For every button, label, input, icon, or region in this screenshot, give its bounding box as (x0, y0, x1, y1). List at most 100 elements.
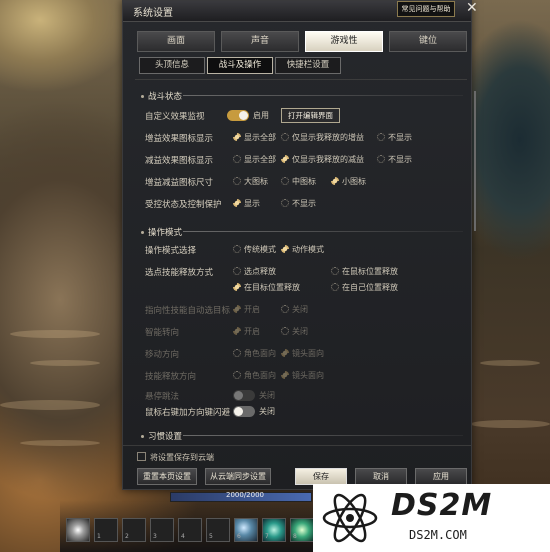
auto-target-label: 指向性技能自动选目标 (145, 306, 231, 316)
skill-dir-character: 角色面向 (233, 370, 276, 381)
radio-icon (281, 199, 289, 207)
icon-size-small[interactable]: 小图标 (331, 176, 366, 187)
radio-icon (377, 133, 385, 141)
smart-turn-on: 开启 (233, 326, 260, 337)
radio-selected-icon (233, 199, 241, 207)
radio-icon (281, 133, 289, 141)
radio-selected-icon (233, 305, 241, 313)
skill-dir-label: 技能释放方向 (145, 372, 197, 382)
atom-logo-icon (322, 493, 378, 543)
radio-icon (233, 177, 241, 185)
buff-display-label: 增益效果图标显示 (145, 134, 214, 144)
cast-at-mouse[interactable]: 在鼠标位置释放 (331, 266, 398, 277)
radio-icon (233, 155, 241, 163)
icon-size-medium[interactable]: 中图标 (281, 176, 316, 187)
radio-selected-icon (233, 133, 241, 141)
reset-page-button[interactable]: 重置本页设置 (137, 468, 197, 485)
radio-icon (281, 177, 289, 185)
watermark: DS2M DS2M.COM (313, 484, 550, 552)
hotbar-slot[interactable]: 3 (150, 518, 174, 542)
open-editor-button[interactable]: 打开编辑界面 (281, 108, 340, 123)
radio-icon (233, 349, 241, 357)
tab-keybind[interactable]: 键位 (389, 31, 467, 52)
help-button[interactable]: 常见问题与帮助 (397, 1, 455, 17)
hotbar-slot-skill[interactable]: 8 (290, 518, 314, 542)
auto-target-on: 开启 (233, 304, 260, 315)
watermark-url: DS2M.COM (409, 528, 467, 542)
cast-at-target[interactable]: 在目标位置释放 (233, 282, 300, 293)
cc-option-hide[interactable]: 不显示 (281, 198, 316, 209)
save-to-cloud-checkbox[interactable]: 将设置保存到云端 (137, 452, 214, 463)
custom-monitor-toggle[interactable] (227, 110, 249, 121)
apply-button[interactable]: 应用 (415, 468, 467, 485)
tab-sound[interactable]: 声音 (221, 31, 299, 52)
hotbar-slot-skill[interactable]: 7 (262, 518, 286, 542)
cc-protect-label: 受控状态及控制保护 (145, 200, 222, 210)
hover-fly-toggle (233, 390, 255, 401)
debuff-option-none[interactable]: 不显示 (377, 154, 412, 165)
subtab-combat-operation[interactable]: 战斗及操作 (207, 57, 273, 74)
row-cc-protect: 受控状态及控制保护 显示 不显示 (145, 198, 465, 212)
subtab-overhead-info[interactable]: 头顶信息 (139, 57, 205, 74)
close-icon[interactable]: ✕ (466, 0, 478, 16)
radio-selected-icon (281, 155, 289, 163)
hotbar-slot-portrait[interactable] (66, 518, 90, 542)
watermark-title: DS2M (391, 488, 493, 523)
row-buff-display: 增益效果图标显示 显示全部 仅显示我释放的增益 不显示 (145, 132, 465, 146)
row-target-cast-2: 在目标位置释放 在自己位置释放 (145, 282, 465, 296)
custom-monitor-state: 启用 (253, 111, 269, 120)
cancel-button[interactable]: 取消 (355, 468, 407, 485)
cloud-sync-button[interactable]: 从云端同步设置 (205, 468, 271, 485)
row-right-click-dodge: 鼠标右键加方向键闪避 关闭 (145, 406, 465, 420)
tab-graphics[interactable]: 画面 (137, 31, 215, 52)
row-icon-size: 增益减益图标尺寸 大图标 中图标 小图标 (145, 176, 465, 190)
row-operation-mode: 操作模式选择 传统模式 动作模式 (145, 244, 465, 258)
settings-scrollbar[interactable] (474, 91, 476, 231)
smart-turn-off: 关闭 (281, 326, 308, 337)
smart-turn-label: 智能转向 (145, 328, 180, 338)
radio-icon (233, 267, 241, 275)
save-button[interactable]: 保存 (295, 468, 347, 485)
skill-dir-camera: 镜头面向 (281, 370, 324, 381)
settings-titlebar[interactable]: 系统设置 常见问题与帮助 ✕ (123, 0, 478, 22)
icon-size-large[interactable]: 大图标 (233, 176, 268, 187)
hp-text: 2000/2000 (226, 491, 264, 499)
row-hover-fly: 悬停跳法 关闭 (145, 390, 465, 404)
icon-size-label: 增益减益图标尺寸 (145, 178, 214, 188)
buff-option-all[interactable]: 显示全部 (233, 132, 276, 143)
debuff-display-label: 减益效果图标显示 (145, 156, 214, 166)
hotbar-slot[interactable]: 4 (178, 518, 202, 542)
cc-option-show[interactable]: 显示 (233, 198, 260, 209)
settings-panel: 战斗状态 自定义效果监视 启用 打开编辑界面 增益效果图标显示 显示全部 仅显示… (135, 79, 467, 440)
checkbox-icon (137, 452, 146, 461)
section-operation-title: 操作模式 (141, 226, 463, 238)
radio-icon (331, 267, 339, 275)
target-cast-label: 选点技能释放方式 (145, 268, 214, 278)
row-auto-target: 指向性技能自动选目标 开启 关闭 (145, 304, 465, 318)
right-click-dodge-state: 关闭 (259, 407, 275, 416)
right-click-dodge-label: 鼠标右键加方向键闪避 (145, 408, 231, 418)
row-target-cast: 选点技能释放方式 选点释放 在鼠标位置释放 (145, 266, 465, 280)
row-custom-monitor: 自定义效果监视 启用 打开编辑界面 (145, 108, 465, 124)
tab-gameplay[interactable]: 游戏性 (305, 31, 383, 52)
mode-traditional[interactable]: 传统模式 (233, 244, 276, 255)
buff-option-mine[interactable]: 仅显示我释放的增益 (281, 132, 364, 143)
radio-icon (281, 305, 289, 313)
radio-selected-icon (281, 349, 289, 357)
subtab-hotbar-settings[interactable]: 快捷栏设置 (275, 57, 341, 74)
row-debuff-display: 减益效果图标显示 显示全部 仅显示我释放的减益 不显示 (145, 154, 465, 168)
hotbar-slot[interactable]: 5 (206, 518, 230, 542)
hover-fly-label: 悬停跳法 (145, 392, 180, 402)
debuff-option-mine[interactable]: 仅显示我释放的减益 (281, 154, 364, 165)
hotbar-slot-skill[interactable]: 6 (234, 518, 258, 542)
cast-at-self[interactable]: 在自己位置释放 (331, 282, 398, 293)
radio-selected-icon (233, 327, 241, 335)
debuff-option-all[interactable]: 显示全部 (233, 154, 276, 165)
cast-select-point[interactable]: 选点释放 (233, 266, 276, 277)
hover-fly-state: 关闭 (259, 391, 275, 400)
hotbar-slot[interactable]: 1 (94, 518, 118, 542)
buff-option-none[interactable]: 不显示 (377, 132, 412, 143)
right-click-dodge-toggle[interactable] (233, 406, 255, 417)
mode-action[interactable]: 动作模式 (281, 244, 324, 255)
hotbar-slot[interactable]: 2 (122, 518, 146, 542)
